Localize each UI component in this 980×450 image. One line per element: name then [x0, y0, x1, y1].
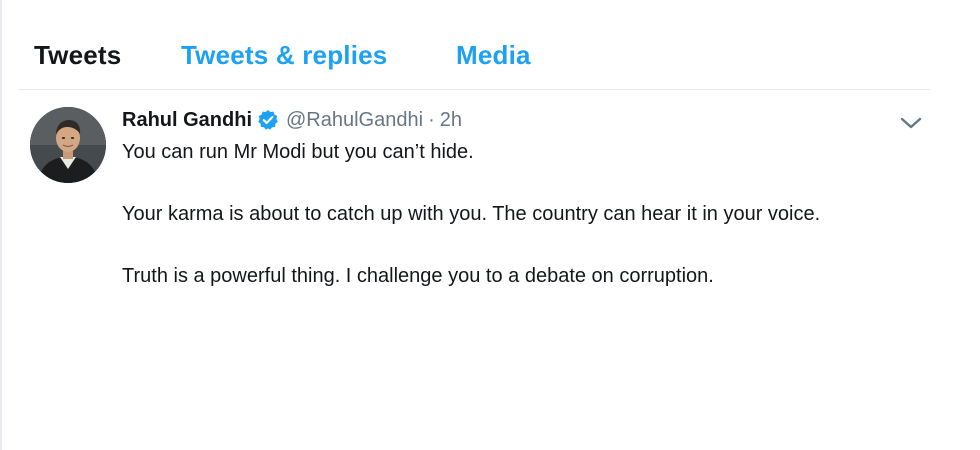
avatar[interactable]: [30, 107, 106, 183]
profile-tabs: Tweets Tweets & replies Media: [0, 30, 930, 84]
tweet-paragraph: You can run Mr Modi but you can’t hide.: [122, 141, 474, 163]
tweet-timestamp[interactable]: 2h: [440, 109, 462, 132]
tab-tweets-and-replies[interactable]: Tweets & replies: [181, 40, 387, 71]
verified-badge-icon: [257, 109, 279, 131]
tweet-paragraph: Your karma is about to catch up with you…: [122, 203, 821, 225]
tab-media[interactable]: Media: [456, 40, 531, 71]
tweet-paragraph: Truth is a powerful thing. I challenge y…: [122, 265, 714, 287]
header-separator: ·: [428, 108, 435, 131]
tweet[interactable]: Rahul Gandhi @RahulGandhi · 2h You can r…: [18, 90, 930, 450]
tab-tweets[interactable]: Tweets: [34, 40, 121, 71]
tweet-text: You can run Mr Modi but you can’t hide. …: [122, 140, 922, 326]
author-name[interactable]: Rahul Gandhi: [122, 109, 252, 132]
tweet-header: Rahul Gandhi @RahulGandhi · 2h: [122, 106, 462, 134]
chevron-down-icon[interactable]: [898, 114, 924, 132]
author-handle[interactable]: @RahulGandhi: [286, 109, 423, 132]
